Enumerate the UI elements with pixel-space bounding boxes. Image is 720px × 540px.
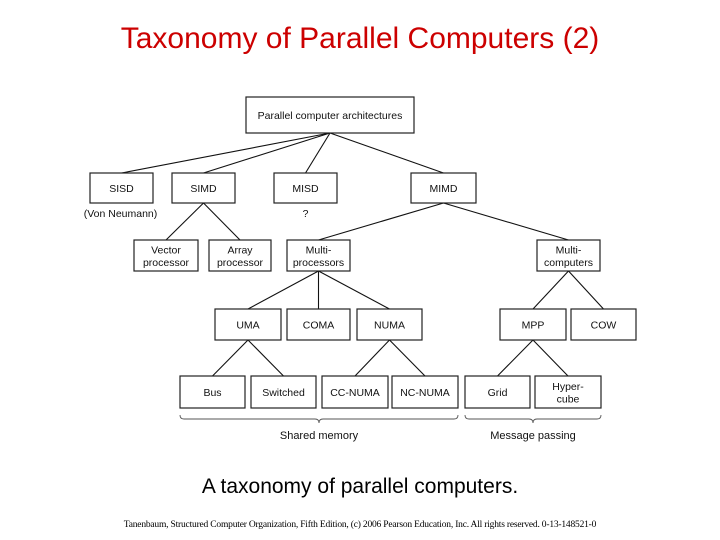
node-misd: MISD xyxy=(273,172,338,204)
node-label: MISD xyxy=(292,183,319,195)
edge-root-to-sisd xyxy=(121,132,331,174)
edge-mpp-to-hypercube xyxy=(532,339,569,377)
node-label: SIMD xyxy=(190,183,217,195)
edge-uma-to-switched xyxy=(247,339,284,377)
node-label: cube xyxy=(557,393,580,405)
copyright-footer: Tanenbaum, Structured Computer Organizat… xyxy=(123,520,597,530)
node-multicomp: Multi-computers xyxy=(536,239,601,272)
node-vector: Vectorprocessor xyxy=(133,239,199,272)
node-label: Hyper- xyxy=(552,381,584,393)
node-hypercube: Hyper-cube xyxy=(534,375,602,409)
node-simd: SIMD xyxy=(171,172,236,204)
node-coma: COMA xyxy=(286,308,351,341)
edge-mimd-to-multiproc xyxy=(318,202,444,241)
node-label: Parallel computer architectures xyxy=(258,110,403,122)
edge-multiproc-to-uma xyxy=(247,270,319,310)
edge-mpp-to-grid xyxy=(497,339,534,377)
taxonomy-diagram: Parallel computer architectures SISD SIMD M… xyxy=(84,96,637,442)
node-sisd: SISD xyxy=(89,172,154,204)
node-bus: Bus xyxy=(179,375,246,409)
node-cow: COW xyxy=(570,308,637,341)
node-label: MPP xyxy=(522,320,545,332)
edge-simd-to-array xyxy=(203,202,241,241)
edge-simd-to-vector xyxy=(165,202,204,241)
note-sisd: (Von Neumann) xyxy=(84,208,158,220)
node-label: SISD xyxy=(109,183,134,195)
edge-multicomp-to-cow xyxy=(568,270,604,310)
edge-multicomp-to-mpp xyxy=(532,270,569,310)
edge-numa-to-ccnuma xyxy=(354,339,390,377)
edge-uma-to-bus xyxy=(212,339,249,377)
node-label: COMA xyxy=(303,320,335,332)
node-label: processor xyxy=(217,257,264,269)
node-label: computers xyxy=(544,257,593,269)
note-misd: ? xyxy=(303,208,309,220)
edge-root-to-simd xyxy=(203,132,331,174)
brace-shared xyxy=(179,414,459,424)
node-label: MIMD xyxy=(430,183,458,195)
group-label-message: Message passing xyxy=(490,430,576,442)
node-numa: NUMA xyxy=(356,308,423,341)
node-ncnuma: NC-NUMA xyxy=(391,375,459,409)
figure-caption: A taxonomy of parallel computers. xyxy=(201,475,519,498)
node-label: Multi- xyxy=(306,244,332,256)
node-label: NC-NUMA xyxy=(400,387,450,399)
edge-mimd-to-multicomp xyxy=(443,202,569,241)
node-label: Multi- xyxy=(556,244,582,256)
node-label: Bus xyxy=(203,387,221,399)
node-label: Grid xyxy=(488,387,508,399)
node-label: UMA xyxy=(236,320,259,332)
node-ccnuma: CC-NUMA xyxy=(321,375,389,409)
node-multiproc: Multi-processors xyxy=(286,239,351,272)
edge-root-to-mimd xyxy=(329,132,444,174)
groups: Shared memory Message passing xyxy=(179,414,602,442)
node-label: Vector xyxy=(151,244,181,256)
edge-multiproc-to-numa xyxy=(318,270,390,310)
brace-message xyxy=(464,414,602,424)
node-label: COW xyxy=(591,320,617,332)
node-label: CC-NUMA xyxy=(330,387,380,399)
node-root: Parallel computer architectures xyxy=(245,96,415,134)
node-label: Array xyxy=(227,244,253,256)
edge-root-to-misd xyxy=(305,132,331,174)
node-label: NUMA xyxy=(374,320,405,332)
node-switched: Switched xyxy=(250,375,317,409)
node-mpp: MPP xyxy=(499,308,567,341)
node-label: Switched xyxy=(262,387,305,399)
node-label: processors xyxy=(293,257,344,269)
edge-numa-to-ncnuma xyxy=(389,339,426,377)
group-label-shared: Shared memory xyxy=(280,430,359,442)
node-label: processor xyxy=(143,257,190,269)
node-grid: Grid xyxy=(464,375,531,409)
node-array: Arrayprocessor xyxy=(208,239,272,272)
node-uma: UMA xyxy=(214,308,282,341)
node-mimd: MIMD xyxy=(410,172,477,204)
